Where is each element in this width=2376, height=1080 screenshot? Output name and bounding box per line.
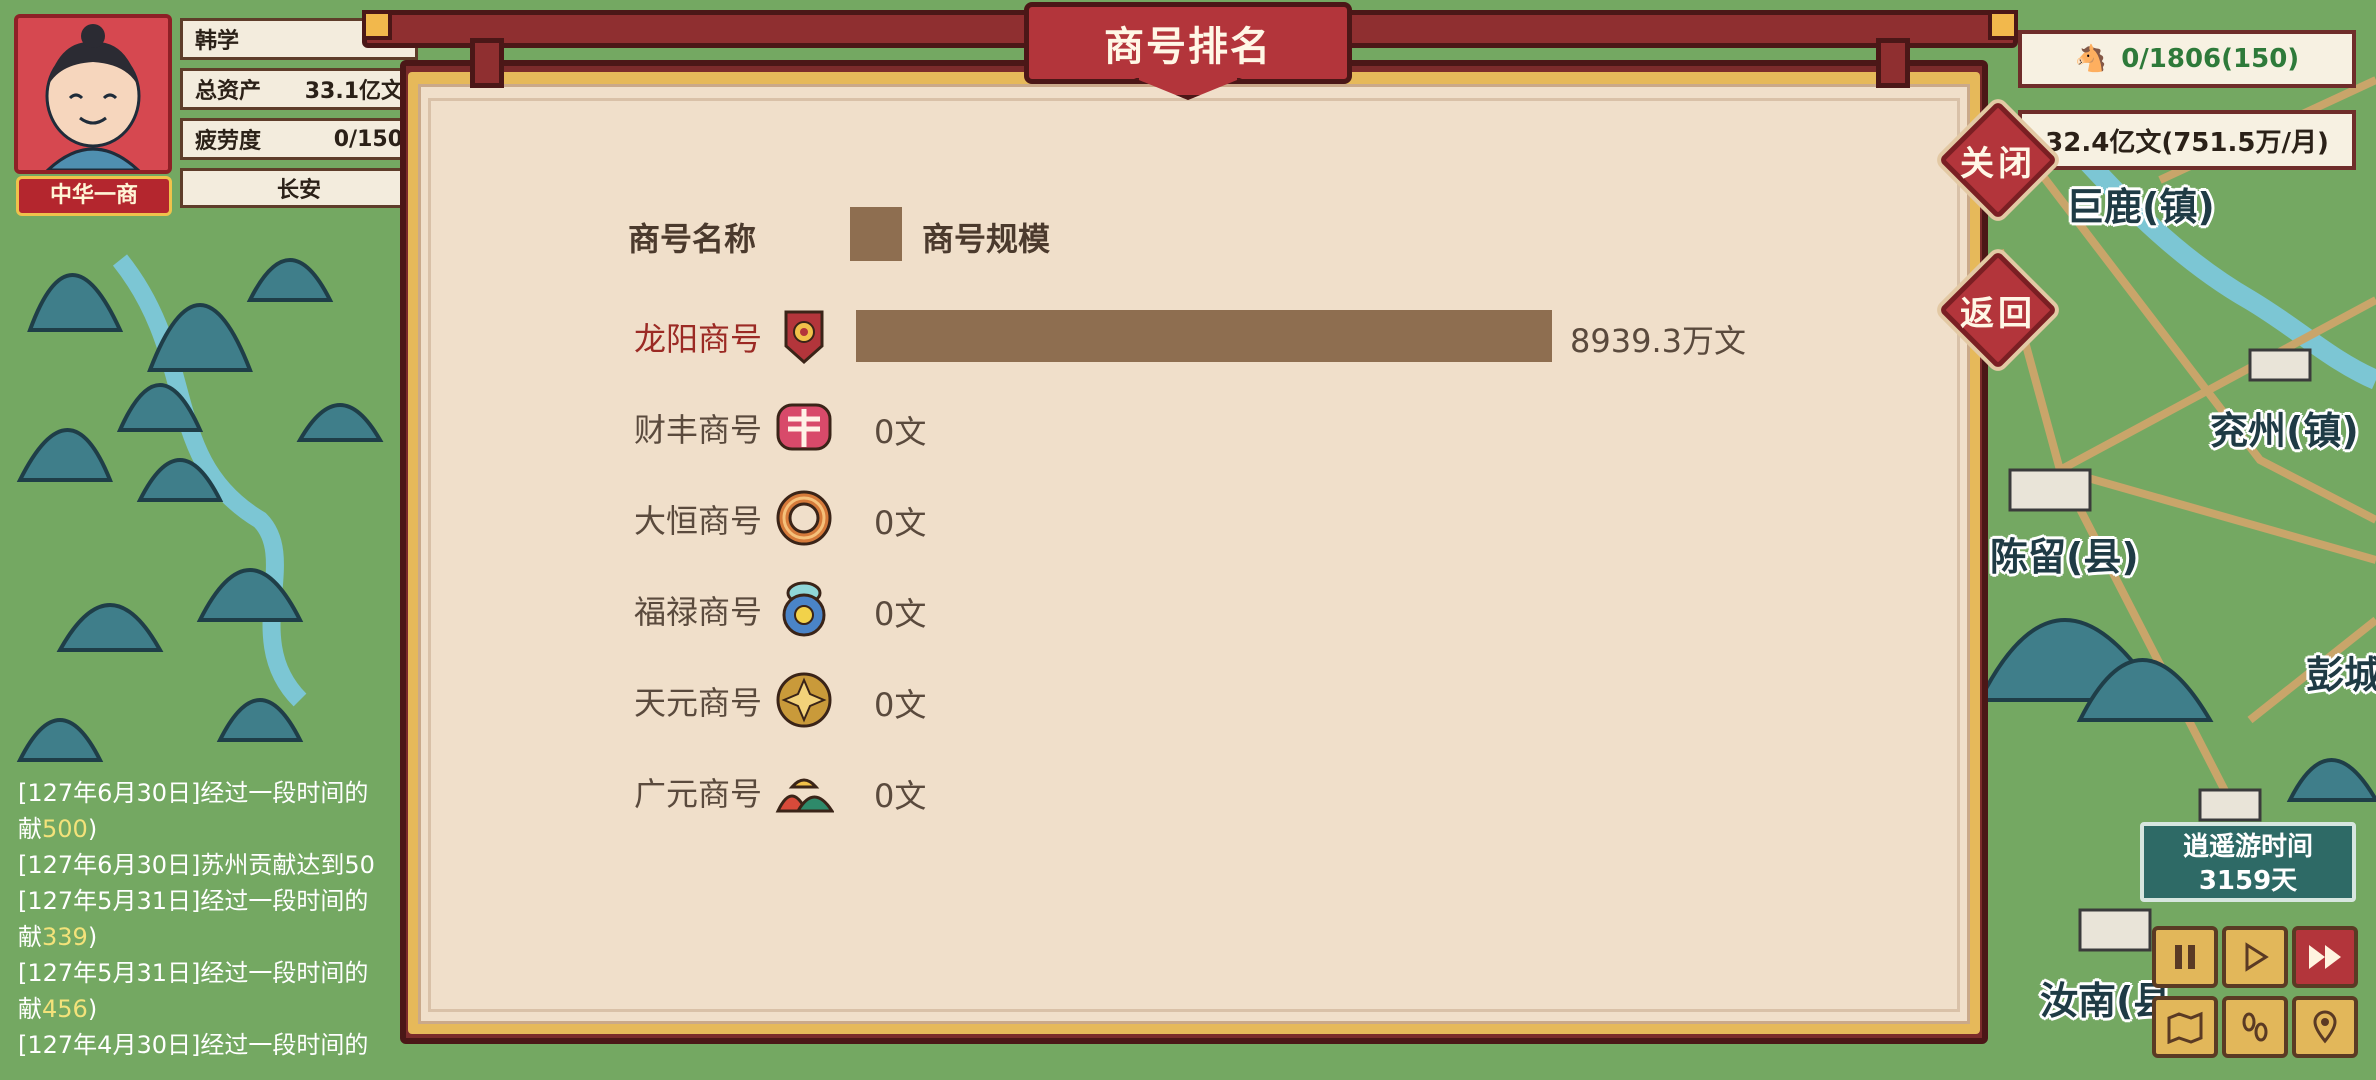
shop-ranking-row[interactable]: 天元商号 0文: [634, 670, 1834, 730]
shop-name: 大恒商号: [634, 502, 763, 540]
city-label-julu[interactable]: 巨鹿(镇): [2066, 176, 2215, 231]
cart-capacity-value: 0/1806(150): [2121, 44, 2300, 74]
fatigue-label: 疲劳度: [195, 129, 262, 154]
income-value: 32.4亿文(751.5万/月): [2045, 127, 2329, 158]
shield-banner-icon: [774, 306, 834, 366]
shop-scale-value: 8939.3万文: [1570, 322, 1746, 360]
map-icon: [2167, 1011, 2203, 1044]
cart-capacity-box[interactable]: 🐴 0/1806(150): [2018, 30, 2356, 88]
player-title-badge: 中华一商: [16, 176, 172, 216]
log-entry: [127年6月30日]苏州贡献达到50: [18, 851, 375, 879]
close-button-label: 关闭: [1960, 143, 2036, 184]
header-shop-scale: 商号规模: [922, 220, 1051, 258]
gold-medallion-icon: [774, 670, 834, 730]
log-entry: [127年4月30日]经过一段时间的: [18, 1031, 369, 1059]
log-entry-cont: 献456): [18, 995, 98, 1023]
log-entry-cont: 献339): [18, 923, 98, 951]
shop-name: 龙阳商号: [634, 320, 763, 358]
shop-ranking-row[interactable]: 广元商号 0文: [634, 761, 1834, 821]
shop-scale-value: 0文: [874, 595, 927, 633]
total-assets-row: 总资产 33.1亿文: [180, 68, 418, 110]
shop-scale-value: 0文: [874, 504, 927, 542]
blue-gem-icon: [774, 579, 834, 639]
current-city-row[interactable]: 长安: [180, 168, 418, 208]
log-entry: [127年5月31日]经过一段时间的: [18, 887, 369, 915]
travel-time-value: 3159天: [2198, 866, 2298, 896]
shop-scale-bar: [856, 310, 1552, 362]
play-button[interactable]: [2222, 926, 2288, 988]
header-shop-name: 商号名称: [628, 220, 757, 258]
beam-post-left: [470, 38, 504, 88]
pause-icon: [2175, 945, 2195, 969]
legend-swatch: [850, 207, 902, 261]
close-button[interactable]: 关闭: [1938, 100, 2058, 220]
event-log[interactable]: [127年6月30日]经过一段时间的 献500) [127年6月30日]苏州贡献…: [18, 775, 398, 1080]
log-entry: [127年6月30日]经过一段时间的: [18, 779, 369, 807]
log-entry: [127年5月31日]经过一段时间的: [18, 959, 369, 987]
feng-coin-icon: [774, 397, 834, 457]
back-button[interactable]: 返回: [1938, 250, 2058, 370]
mountain-hat-icon: [774, 761, 835, 821]
income-box[interactable]: 32.4亿文(751.5万/月): [2018, 110, 2356, 170]
shop-scale-value: 0文: [874, 413, 927, 451]
city-label-pengcheng[interactable]: 彭城: [2306, 644, 2376, 699]
shop-name: 天元商号: [634, 684, 763, 722]
shop-ranking-row[interactable]: 财丰商号 0文: [634, 397, 1834, 457]
ring-coin-icon: [774, 488, 834, 548]
portrait-face-icon: [18, 18, 168, 170]
footprints-icon: [2242, 1012, 2268, 1042]
fast-forward-button[interactable]: [2292, 926, 2358, 988]
city-label-yanzhou[interactable]: 兖州(镇): [2210, 400, 2359, 455]
shop-name: 财丰商号: [634, 411, 763, 449]
location-button[interactable]: [2292, 996, 2358, 1058]
travel-time-label: 逍遥游时间: [2182, 832, 2313, 862]
shop-name: 福禄商号: [634, 593, 763, 631]
cart-icon: 🐴: [2074, 44, 2108, 74]
play-icon: [2245, 942, 2269, 972]
city-label-chenliu[interactable]: 陈留(县): [1990, 526, 2139, 581]
beam-post-right: [1876, 38, 1910, 88]
fatigue-value: 0/150: [333, 126, 403, 152]
player-panel: 中华一商 韩学 32 总资产 33.1亿文 疲劳度 0/150 长安: [14, 14, 418, 216]
travel-time-box: 逍遥游时间 3159天: [2140, 822, 2356, 902]
player-avatar[interactable]: [14, 14, 172, 174]
total-assets-value: 33.1亿文: [304, 79, 403, 104]
log-entry-cont: 献500): [18, 815, 98, 843]
beam-cap-right: [1988, 10, 2018, 40]
shop-scale-value: 0文: [874, 686, 927, 724]
footprints-button[interactable]: [2222, 996, 2288, 1058]
shop-ranking-row[interactable]: 福禄商号 0文: [634, 579, 1834, 639]
location-pin-icon: [2313, 1010, 2337, 1044]
shop-scale-value: 0文: [874, 777, 927, 815]
dialog-title: 商号排名: [1024, 2, 1352, 84]
beam-cap-left: [362, 10, 392, 40]
player-name: 韩学: [195, 29, 240, 54]
fatigue-row: 疲劳度 0/150: [180, 118, 418, 160]
map-button[interactable]: [2152, 996, 2218, 1058]
pause-button[interactable]: [2152, 926, 2218, 988]
shop-ranking-row[interactable]: 龙阳商号 8939.3万文: [634, 306, 1834, 366]
shop-name: 广元商号: [634, 775, 763, 813]
back-button-label: 返回: [1960, 293, 2036, 334]
shop-ranking-row[interactable]: 大恒商号 0文: [634, 488, 1834, 548]
current-city: 长安: [276, 178, 321, 203]
total-assets-label: 总资产: [195, 79, 262, 104]
fast-forward-icon: [2309, 945, 2341, 969]
